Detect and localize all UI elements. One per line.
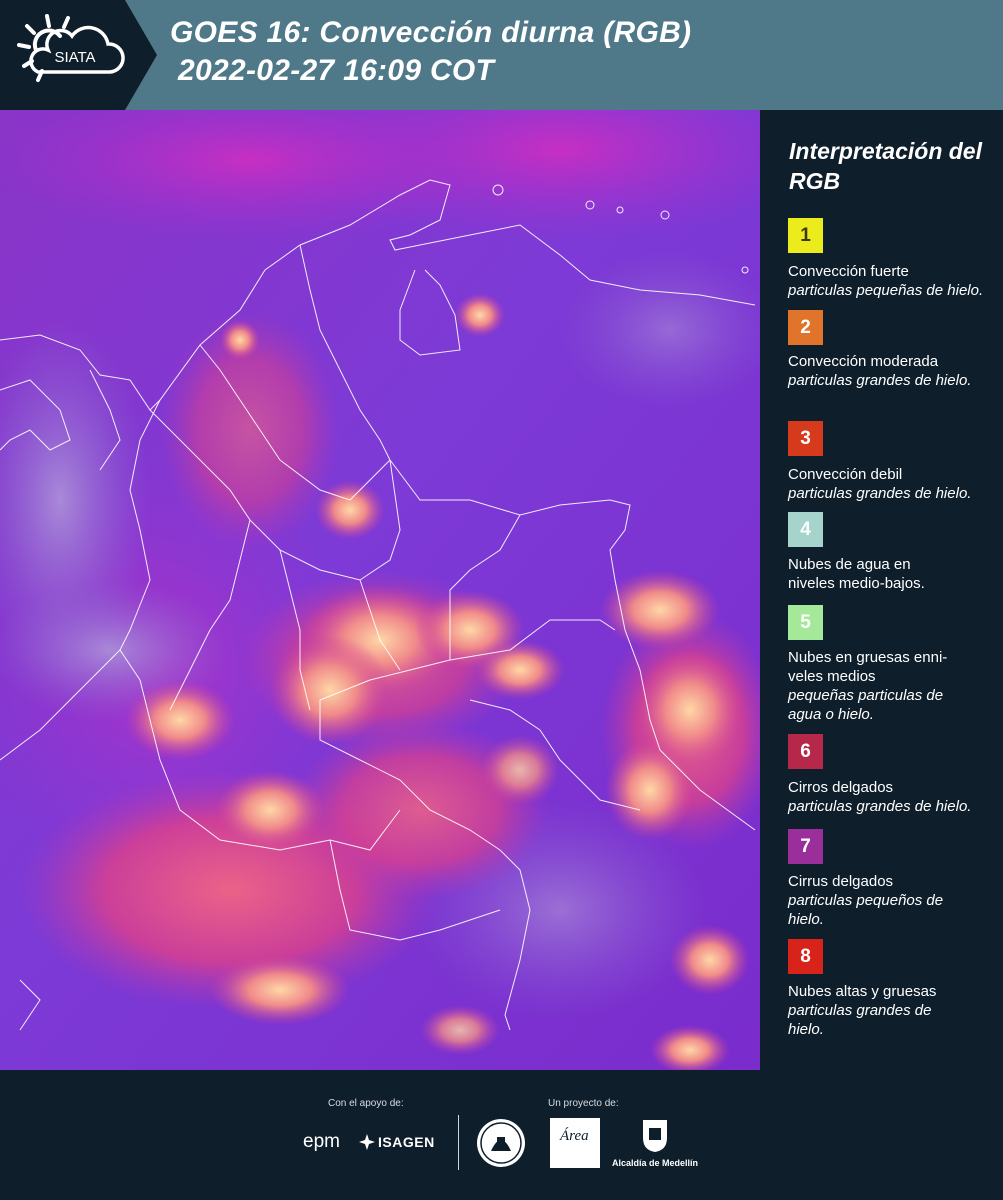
header-bar: SIATA GOES 16: Convección diurna (RGB) 2… — [0, 0, 1003, 110]
legend-swatch-1: 1 — [788, 218, 823, 253]
legend-description-4: Nubes de agua en niveles medio-bajos. — [788, 556, 925, 592]
legend-number-6: 6 — [800, 740, 811, 762]
legend-number-5: 5 — [800, 611, 811, 633]
legend-swatch-6: 6 — [788, 734, 823, 769]
legend-subtitle-7: particulas pequeños de hielo. — [788, 892, 944, 928]
legend-item-2: Convección moderada particulas grandes d… — [788, 352, 998, 390]
legend-number-1: 1 — [800, 224, 811, 246]
legend-number-2: 2 — [800, 316, 811, 338]
support-caption: Con el apoyo de: — [328, 1098, 404, 1109]
legend-subtitle-5: pequeñas particulas de agua o hielo. — [788, 687, 944, 723]
medellin-shield-icon — [643, 1120, 667, 1152]
legend-description-1: Convección fuerte — [788, 263, 909, 280]
area-metropolitana-logo: Área — [550, 1118, 600, 1168]
legend-subtitle-1: particulas pequeñas de hielo. — [788, 282, 984, 299]
legend-item-3: Convección debil particulas grandes de h… — [788, 465, 998, 503]
legend-description-8: Nubes altas y gruesas — [788, 983, 937, 1000]
satellite-map — [0, 110, 760, 1070]
legend-number-8: 8 — [800, 945, 811, 967]
area-metropolitana-text: Área — [560, 1128, 589, 1144]
logo-text: SIATA — [54, 49, 95, 66]
legend-subtitle-3: particulas grandes de hielo. — [788, 485, 972, 502]
legend-panel: Interpretación del RGB 1 Convección fuer… — [760, 110, 1003, 1070]
legend-item-4: Nubes de agua en niveles medio-bajos. — [788, 555, 953, 593]
legend-description-6: Cirros delgados — [788, 779, 894, 796]
isagen-star-icon — [359, 1134, 375, 1150]
epm-logo: epm — [303, 1131, 340, 1152]
project-caption: Un proyecto de: — [548, 1098, 619, 1109]
legend-swatch-4: 4 — [788, 512, 823, 547]
legend-item-6: Cirros delgados particulas grandes de hi… — [788, 778, 998, 816]
legend-item-5: Nubes en gruesas enni-veles medios peque… — [788, 648, 968, 724]
legend-item-8: Nubes altas y gruesas particulas grandes… — [788, 982, 963, 1039]
legend-description-2: Convección moderada — [788, 353, 939, 370]
legend-number-3: 3 — [800, 427, 811, 449]
legend-subtitle-6: particulas grandes de hielo. — [788, 798, 972, 815]
isagen-logo: ISAGEN — [378, 1134, 435, 1150]
legend-swatch-7: 7 — [788, 829, 823, 864]
legend-title: Interpretación del RGB — [789, 138, 982, 194]
alcaldia-text: Alcaldía de Medellín — [612, 1158, 699, 1168]
legend-subtitle-2: particulas grandes de hielo. — [788, 372, 972, 389]
legend-number-7: 7 — [800, 835, 811, 857]
legend-item-7: Cirrus delgados particulas pequeños de h… — [788, 872, 973, 929]
legend-item-1: Convección fuerte particulas pequeñas de… — [788, 262, 998, 300]
legend-swatch-2: 2 — [788, 310, 823, 345]
footer: Con el apoyo de: Un proyecto de: epm ISA… — [0, 1070, 1003, 1200]
legend-description-3: Convección debil — [788, 466, 903, 483]
legend-description-5: Nubes en gruesas enni-veles medios — [788, 649, 948, 685]
legend-description-7: Cirrus delgados — [788, 873, 894, 890]
legend-swatch-8: 8 — [788, 939, 823, 974]
legend-number-4: 4 — [800, 518, 811, 540]
logo-block: SIATA — [0, 0, 157, 110]
siata-seal-icon — [477, 1119, 525, 1167]
footer-divider — [458, 1115, 459, 1170]
page-title: GOES 16: Convección diurna (RGB) — [170, 16, 692, 49]
legend-swatch-5: 5 — [788, 605, 823, 640]
page-timestamp: 2022-02-27 16:09 COT — [178, 54, 495, 87]
legend-swatch-3: 3 — [788, 421, 823, 456]
legend-subtitle-8: particulas grandes de hielo. — [788, 1002, 932, 1038]
